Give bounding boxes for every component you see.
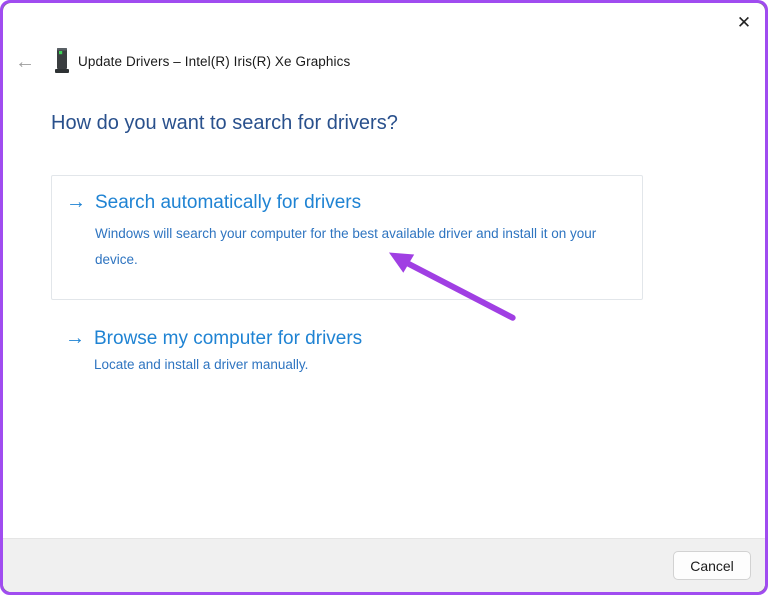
page-title: How do you want to search for drivers? xyxy=(51,112,398,134)
option-title: Browse my computer for drivers xyxy=(94,328,363,349)
back-arrow-icon: ← xyxy=(15,50,35,73)
dialog-footer: Cancel xyxy=(3,538,765,592)
update-drivers-dialog: ✕ ← Update Drivers – Intel(R) Iris(R) Xe… xyxy=(3,3,765,592)
option-browse-computer[interactable]: → Browse my computer for drivers Locate … xyxy=(51,313,643,388)
option-title: Search automatically for drivers xyxy=(95,192,362,213)
arrow-right-icon: → xyxy=(66,191,86,213)
back-button[interactable]: ← xyxy=(11,49,39,75)
screenshot-frame: ✕ ← Update Drivers – Intel(R) Iris(R) Xe… xyxy=(0,0,768,595)
display-adapter-icon xyxy=(55,48,69,73)
cancel-button[interactable]: Cancel xyxy=(673,551,751,580)
arrow-right-icon: → xyxy=(65,327,85,349)
option-description: Locate and install a driver manually. xyxy=(94,357,309,372)
close-icon: ✕ xyxy=(736,13,752,32)
option-search-automatically[interactable]: → Search automatically for drivers Windo… xyxy=(51,175,643,300)
close-button[interactable]: ✕ xyxy=(729,9,759,37)
option-description: Windows will search your computer for th… xyxy=(95,226,597,267)
dialog-header: ← Update Drivers – Intel(R) Iris(R) Xe G… xyxy=(3,47,765,79)
window-title: Update Drivers – Intel(R) Iris(R) Xe Gra… xyxy=(78,54,351,69)
